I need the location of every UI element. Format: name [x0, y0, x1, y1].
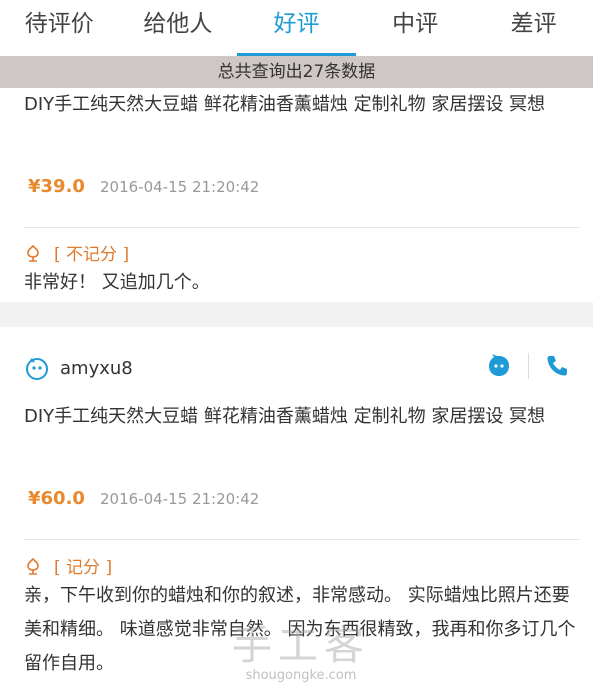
price: ¥39.0 [28, 176, 85, 197]
product-title[interactable]: DIY手工纯天然大豆蜡 鲜花精油香薰蜡烛 定制礼物 家居摆设 冥想 [24, 400, 579, 434]
separator [528, 353, 529, 379]
username[interactable]: amyxu8 [60, 358, 133, 379]
flower-icon [27, 557, 39, 575]
contact-actions [486, 353, 569, 379]
flower-icon [27, 244, 39, 262]
review-card: DIY手工纯天然大豆蜡 鲜花精油香薰蜡烛 定制礼物 家居摆设 冥想 ¥39.0 … [0, 88, 593, 302]
price-row: ¥60.0 2016-04-15 21:20:42 [28, 488, 259, 509]
watermark-url: shougongke.com [245, 668, 357, 683]
phone-icon[interactable] [545, 354, 569, 378]
wangwang-avatar-icon [26, 358, 48, 380]
tab-negative[interactable]: 差评 [474, 0, 593, 56]
score-tag-row: [ 记分 ] [24, 553, 112, 578]
score-tag: [ 不记分 ] [54, 245, 130, 265]
watermark-logo: 手工客 [232, 623, 370, 669]
watermark: 手工客 shougongke.com [232, 624, 370, 683]
score-tag: [ 记分 ] [54, 558, 113, 578]
review-tabs: 待评价 给他人 好评 中评 差评 [0, 0, 593, 56]
tab-given-to-others[interactable]: 给他人 [119, 0, 238, 56]
chat-bubble-icon[interactable] [486, 353, 512, 379]
price: ¥60.0 [28, 488, 85, 509]
result-count-bar: 总共查询出27条数据 [0, 56, 593, 88]
review-date: 2016-04-15 21:20:42 [100, 178, 260, 196]
product-title[interactable]: DIY手工纯天然大豆蜡 鲜花精油香薰蜡烛 定制礼物 家居摆设 冥想 [24, 88, 579, 122]
price-row: ¥39.0 2016-04-15 21:20:42 [28, 176, 259, 197]
tab-neutral[interactable]: 中评 [356, 0, 475, 56]
divider [24, 227, 579, 228]
tab-positive[interactable]: 好评 [237, 0, 356, 56]
user-row[interactable]: amyxu8 [24, 355, 133, 381]
review-date: 2016-04-15 21:20:42 [100, 490, 260, 508]
tab-pending[interactable]: 待评价 [0, 0, 119, 56]
review-text: 非常好！ 又追加几个。 [24, 272, 210, 293]
score-tag-row: [ 不记分 ] [24, 240, 129, 265]
divider [24, 539, 579, 540]
